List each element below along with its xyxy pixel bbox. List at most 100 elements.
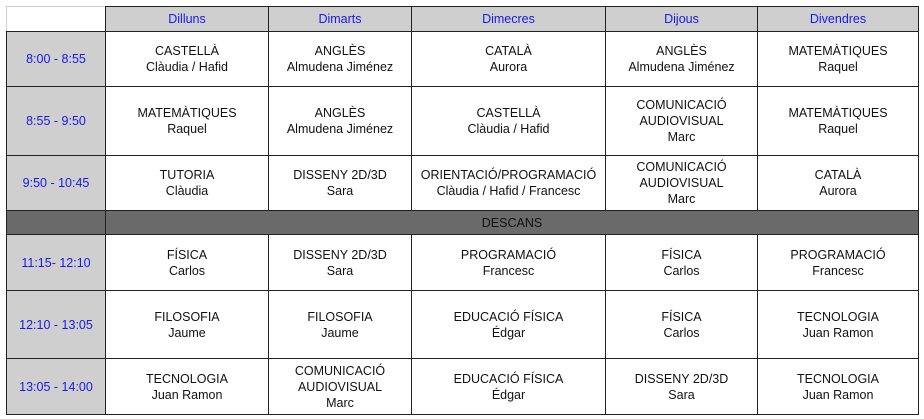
subject-name: MATEMÀTIQUES xyxy=(137,106,237,120)
time-slot: 11:15- 12:10 xyxy=(6,234,106,291)
teacher-name: Juan Ramon xyxy=(151,387,223,402)
teacher-name: Almudena Jiménez xyxy=(286,60,394,74)
subject-name: MATEMÀTIQUES xyxy=(788,44,888,58)
class-cell: COMUNICACIÓ AUDIOVISUAL Marc xyxy=(268,358,412,415)
subject-name: COMUNICACIÓ xyxy=(636,98,727,112)
teacher-name: Jaume xyxy=(321,325,359,340)
class-cell: FILOSOFIA Jaume xyxy=(105,290,269,359)
teacher-name: Sara xyxy=(326,263,354,278)
subject-name: MATEMÀTIQUES xyxy=(788,106,888,120)
subject-name: AUDIOVISUAL xyxy=(639,114,724,128)
subject-name: FÍSICA xyxy=(661,309,702,324)
class-cell: CASTELLÀ Clàudia / Hafid xyxy=(105,31,269,87)
teacher-name: Almudena Jiménez xyxy=(286,122,394,136)
subject-name: FILOSOFIA xyxy=(154,309,220,324)
class-cell: DISSENY 2D/3D Sara xyxy=(268,234,412,291)
subject-name: ANGLÈS xyxy=(314,44,366,58)
teacher-name: Carlos xyxy=(168,263,206,278)
subject-name: PROGRAMACIÓ xyxy=(460,247,557,262)
teacher-name: Aurora xyxy=(819,184,857,198)
subject-name: DISSENY 2D/3D xyxy=(634,371,729,386)
subject-name: EDUCACIÓ FÍSICA xyxy=(453,309,564,324)
class-cell: FÍSICA Carlos xyxy=(605,234,758,291)
time-slot-row: 12:10 - 13:05 FILOSOFIA Jaume FILOSOFIA Jaum… xyxy=(6,290,919,359)
class-cell: DISSENY 2D/3D Sara xyxy=(268,155,412,211)
class-cell: TECNOLOGIA Juan Ramon xyxy=(757,358,919,415)
time-slot: 12:10 - 13:05 xyxy=(6,290,106,359)
subject-name: DISSENY 2D/3D xyxy=(293,247,387,262)
class-cell: MATEMÀTIQUES Raquel xyxy=(757,31,919,87)
time-slot-row: 8:55 - 9:50 MATEMÀTIQUES Raquel ANGLÈS Almud… xyxy=(6,86,919,156)
class-cell: COMUNICACIÓ AUDIOVISUAL Marc xyxy=(605,86,758,156)
subject-name: COMUNICACIÓ xyxy=(294,363,386,378)
time-slot-row: 8:00 - 8:55 CASTELLÀ Clàudia / Hafid ANGLÈS… xyxy=(6,31,919,87)
day-header: Dilluns xyxy=(105,6,269,32)
subject-name: TECNOLOGIA xyxy=(797,371,879,386)
subject-name: TECNOLOGIA xyxy=(146,371,228,386)
class-cell: MATEMÀTIQUES Raquel xyxy=(757,86,919,156)
subject-name: CATALÀ xyxy=(485,44,532,58)
teacher-name: Clàudia xyxy=(165,184,209,198)
time-slot-row: 9:50 - 10:45 TUTORIA Clàudia DISSENY 2D/3D S… xyxy=(6,155,919,211)
subject-name: CATALÀ xyxy=(814,168,862,182)
class-cell: CATALÀ Aurora xyxy=(757,155,919,211)
timetable: Dilluns Dimarts Dimecres Dijous Divendre… xyxy=(6,6,919,415)
subject-name: TECNOLOGIA xyxy=(797,309,879,324)
time-slot: 13:05 - 14:00 xyxy=(6,358,106,415)
teacher-name: Raquel xyxy=(818,122,858,136)
subject-name: CASTELLÀ xyxy=(476,106,541,120)
teacher-name: Marc xyxy=(326,395,354,410)
teacher-name: Francesc xyxy=(812,263,864,278)
time-slot-row: 11:15- 12:10 FÍSICA Carlos DISSENY 2D/3D Sar… xyxy=(6,234,919,291)
subject-name: CASTELLÀ xyxy=(155,44,219,58)
class-cell: ANGLÈS Almudena Jiménez xyxy=(268,86,412,156)
teacher-name: Raquel xyxy=(167,122,207,136)
subject-name: COMUNICACIÓ xyxy=(636,160,727,174)
class-cell: TUTORIA Clàudia xyxy=(105,155,269,211)
teacher-name: Clàudia / Hafid / Francesc xyxy=(436,184,581,198)
break-row: DESCANS xyxy=(6,210,919,235)
subject-name: PROGRAMACIÓ xyxy=(790,247,886,262)
time-slot: 8:55 - 9:50 xyxy=(6,86,106,156)
class-cell: DISSENY 2D/3D Sara xyxy=(605,358,758,415)
class-cell: ANGLÈS Almudena Jiménez xyxy=(605,31,758,87)
class-cell: EDUCACIÓ FÍSICA Édgar xyxy=(411,358,606,415)
class-cell: MATEMÀTIQUES Raquel xyxy=(105,86,269,156)
break-label: DESCANS xyxy=(105,210,919,235)
teacher-name: Sara xyxy=(668,387,695,402)
subject-name: EDUCACIÓ FÍSICA xyxy=(453,371,564,386)
teacher-name: Carlos xyxy=(663,325,700,340)
header-row: Dilluns Dimarts Dimecres Dijous Divendre… xyxy=(6,6,919,32)
teacher-name: Édgar xyxy=(491,387,526,402)
class-cell: ANGLÈS Almudena Jiménez xyxy=(268,31,412,87)
teacher-name: Raquel xyxy=(818,60,858,74)
subject-name: ANGLÈS xyxy=(314,106,366,120)
teacher-name: Carlos xyxy=(663,263,700,278)
subject-name: AUDIOVISUAL xyxy=(297,379,383,394)
class-cell: TECNOLOGIA Juan Ramon xyxy=(105,358,269,415)
teacher-name: Almudena Jiménez xyxy=(628,60,735,74)
subject-name: FILOSOFIA xyxy=(307,309,373,324)
class-cell: TECNOLOGIA Juan Ramon xyxy=(757,290,919,359)
teacher-name: Sara xyxy=(326,184,354,198)
time-slot-row: 13:05 - 14:00 TECNOLOGIA Juan Ramon COMUNIC… xyxy=(6,358,919,415)
teacher-name: Juan Ramon xyxy=(802,325,874,340)
subject-name: DISSENY 2D/3D xyxy=(293,168,387,182)
subject-name: FÍSICA xyxy=(661,247,702,262)
class-cell: COMUNICACIÓ AUDIOVISUAL Marc xyxy=(605,155,758,211)
subject-name: TUTORIA xyxy=(159,168,215,182)
class-cell: FILOSOFIA Jaume xyxy=(268,290,412,359)
corner-cell xyxy=(6,6,106,32)
day-header: Dimecres xyxy=(411,6,606,32)
class-cell: CATALÀ Aurora xyxy=(411,31,606,87)
time-slot: 9:50 - 10:45 xyxy=(6,155,106,211)
class-cell: EDUCACIÓ FÍSICA Édgar xyxy=(411,290,606,359)
teacher-name: Aurora xyxy=(489,60,528,74)
teacher-name: Clàudia / Hafid xyxy=(467,122,550,136)
teacher-name: Jaume xyxy=(168,325,206,340)
teacher-name: Clàudia / Hafid xyxy=(146,60,228,74)
subject-name: ORIENTACIÓ/PROGRAMACIÓ xyxy=(420,168,597,182)
day-header: Dijous xyxy=(605,6,758,32)
day-header: Dimarts xyxy=(268,6,412,32)
day-header: Divendres xyxy=(757,6,919,32)
